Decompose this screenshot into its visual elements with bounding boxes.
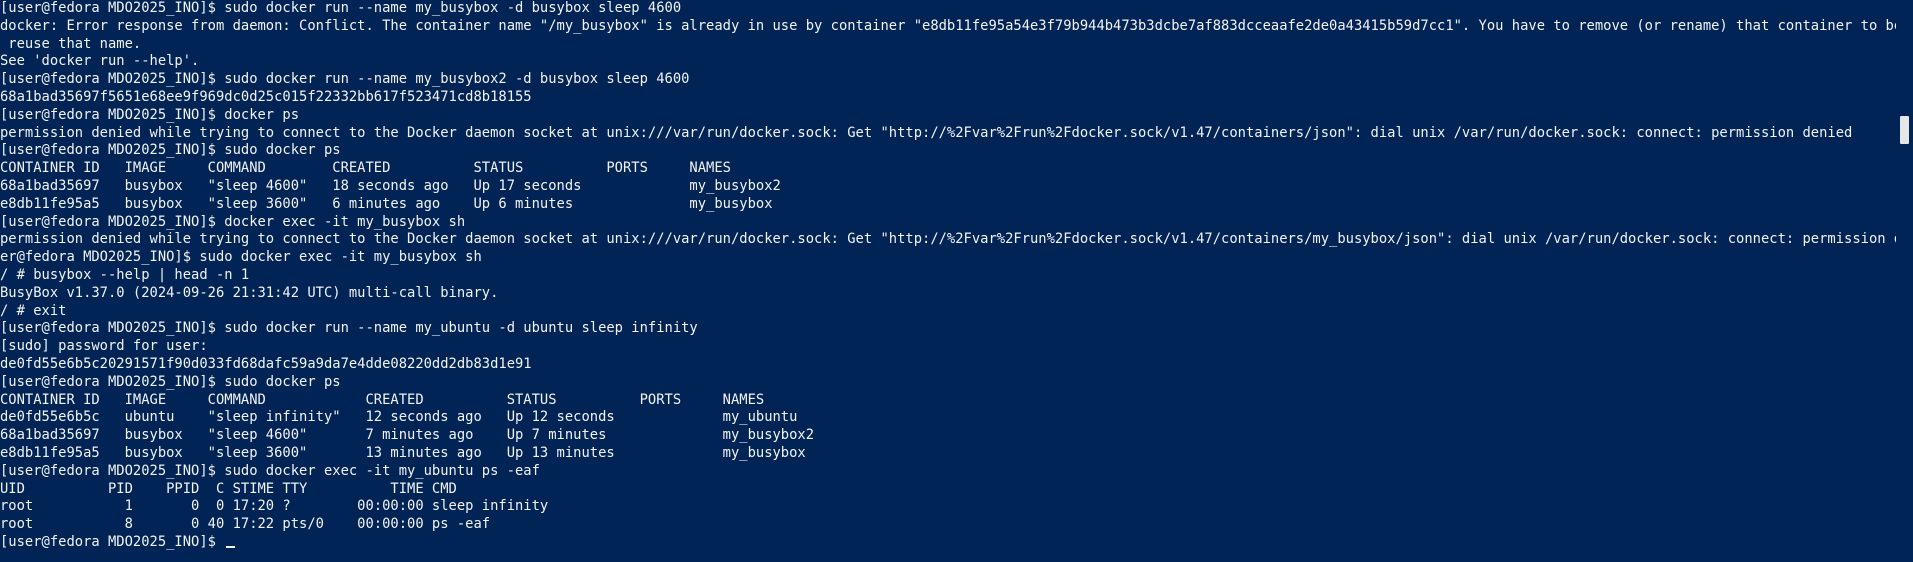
- terminal-line: [user@fedora MDO2025_INO]$ sudo docker e…: [0, 462, 540, 479]
- terminal-line: [user@fedora MDO2025_INO]$ sudo docker p…: [0, 142, 341, 159]
- terminal-line: 68a1bad35697 busybox "sleep 4600" 18 sec…: [0, 177, 781, 194]
- terminal-line: e8db11fe95a5 busybox "sleep 3600" 6 minu…: [0, 195, 773, 212]
- terminal-line: [user@fedora MDO2025_INO]$ docker ps: [0, 106, 300, 123]
- terminal-line: [user@fedora MDO2025_INO]$ sudo docker r…: [0, 0, 682, 16]
- terminal-line: BusyBox v1.37.0 (2024-09-26 21:31:42 UTC…: [0, 284, 499, 301]
- terminal-line: e8db11fe95a5 busybox "sleep 3600" 13 min…: [0, 444, 806, 461]
- terminal-line: [user@fedora MDO2025_INO]$ docker exec -…: [0, 213, 466, 230]
- terminal-line: 68a1bad35697f5651e68ee9f969dc0d25c015f22…: [0, 88, 532, 105]
- terminal-line: UID PID PPID C STIME TTY TIME CMD: [0, 480, 457, 497]
- terminal-line: [user@fedora MDO2025_INO]$ sudo docker r…: [0, 71, 690, 88]
- terminal-line: CONTAINER ID IMAGE COMMAND CREATED STATU…: [0, 160, 731, 177]
- terminal-line: root 8 0 40 17:22 pts/0 00:00:00 ps -eaf: [0, 516, 491, 533]
- prompt-line[interactable]: [user@fedora MDO2025_INO]$: [0, 534, 236, 552]
- scrollbar-thumb[interactable]: [1900, 116, 1909, 144]
- terminal-line: [user@fedora MDO2025_INO]$ sudo docker p…: [0, 373, 341, 390]
- terminal-line: docker: Error response from daemon: Conf…: [0, 17, 1896, 34]
- terminal-line: reuse that name.: [0, 35, 142, 52]
- terminal-line: de0fd55e6b5c ubuntu "sleep infinity" 12 …: [0, 409, 798, 426]
- text-cursor: [226, 546, 236, 548]
- terminal-line: 68a1bad35697 busybox "sleep 4600" 7 minu…: [0, 427, 815, 444]
- terminal-line: / # busybox --help | head -n 1: [0, 266, 250, 283]
- terminal-line: er@fedora MDO2025_INO]$ sudo docker exec…: [0, 249, 482, 266]
- terminal-line: permission denied while trying to connec…: [0, 231, 1896, 248]
- terminal-line: See 'docker run --help'.: [0, 53, 200, 70]
- terminal-line: permission denied while trying to connec…: [0, 124, 1853, 141]
- terminal-line: root 1 0 0 17:20 ? 00:00:00 sleep infini…: [0, 498, 549, 515]
- terminal-line: CONTAINER ID IMAGE COMMAND CREATED STATU…: [0, 391, 765, 408]
- prompt-text: [user@fedora MDO2025_INO]$: [0, 534, 225, 550]
- terminal-line: de0fd55e6b5c20291571f90d033fd68dafc59a9d…: [0, 355, 532, 372]
- vertical-scrollbar[interactable]: [1896, 0, 1913, 562]
- terminal-window[interactable]: [user@fedora MDO2025_INO]$ sudo docker r…: [0, 0, 1913, 562]
- terminal-line: [user@fedora MDO2025_INO]$ sudo docker r…: [0, 320, 698, 337]
- terminal-output[interactable]: [user@fedora MDO2025_INO]$ sudo docker r…: [0, 0, 1896, 562]
- terminal-line: / # exit: [0, 302, 67, 319]
- terminal-line: [sudo] password for user:: [0, 338, 208, 355]
